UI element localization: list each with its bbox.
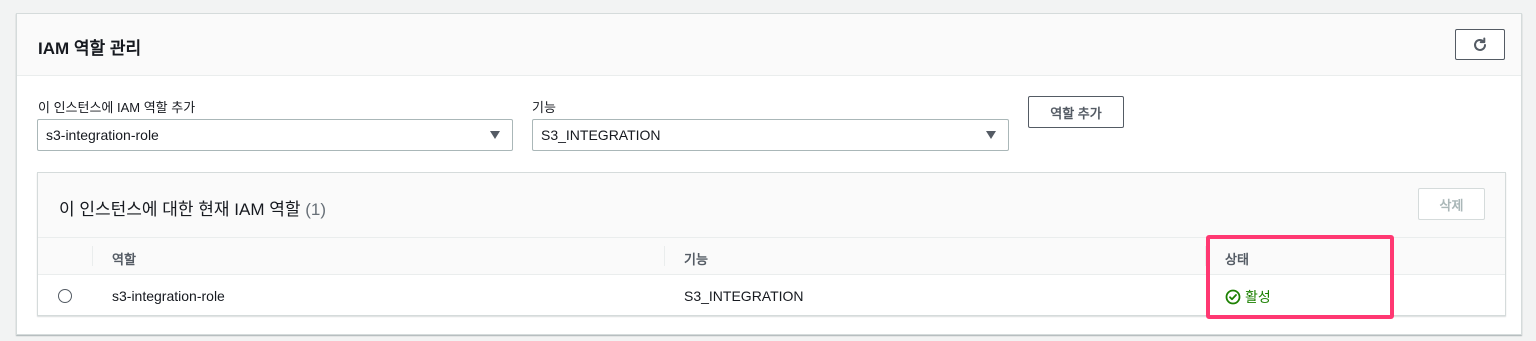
role-select[interactable]: s3-integration-role: [37, 119, 513, 151]
delete-button[interactable]: 삭제: [1418, 188, 1485, 220]
role-select-value: s3-integration-role: [46, 127, 159, 143]
table-row[interactable]: s3-integration-role S3_INTEGRATION 활성: [38, 276, 1505, 316]
current-roles-header: 이 인스턴스에 대한 현재 IAM 역할 (1) 삭제: [38, 173, 1505, 237]
feature-select-value: S3_INTEGRATION: [541, 127, 661, 143]
column-header-feature[interactable]: 기능: [684, 249, 708, 268]
column-divider: [1205, 246, 1206, 266]
panel-title: IAM 역할 관리: [38, 39, 142, 58]
feature-select-label: 기능: [532, 100, 556, 115]
role-select-label: 이 인스턴스에 IAM 역할 추가: [38, 100, 196, 115]
current-roles-title: 이 인스턴스에 대한 현재 IAM 역할 (1): [59, 195, 326, 220]
status-cell: 활성: [1225, 287, 1271, 307]
caret-down-icon: [986, 131, 996, 139]
role-cell: s3-integration-role: [112, 288, 225, 304]
feature-select[interactable]: S3_INTEGRATION: [532, 119, 1009, 151]
current-roles-count: (1): [305, 200, 327, 219]
feature-cell: S3_INTEGRATION: [684, 288, 804, 304]
panel-header: IAM 역할 관리: [17, 14, 1521, 76]
refresh-button[interactable]: [1455, 29, 1505, 60]
column-divider: [92, 246, 93, 266]
caret-down-icon: [490, 131, 500, 139]
add-role-button[interactable]: 역할 추가: [1028, 96, 1124, 128]
status-text: 활성: [1245, 289, 1271, 305]
column-header-status[interactable]: 상태: [1225, 249, 1249, 268]
iam-role-panel: IAM 역할 관리 이 인스턴스에 IAM 역할 추가 s3-integrati…: [16, 13, 1522, 335]
column-divider: [664, 246, 665, 266]
refresh-icon: [1474, 37, 1486, 51]
row-select-radio[interactable]: [58, 289, 72, 303]
current-roles-title-text: 이 인스턴스에 대한 현재 IAM 역할: [59, 200, 301, 219]
check-circle-icon: [1225, 289, 1241, 305]
column-header-role[interactable]: 역할: [112, 249, 136, 268]
table-header: 역할 기능 상태: [38, 237, 1505, 275]
current-roles-table-container: 이 인스턴스에 대한 현재 IAM 역할 (1) 삭제 역할 기능 상태 s3-…: [37, 172, 1506, 316]
